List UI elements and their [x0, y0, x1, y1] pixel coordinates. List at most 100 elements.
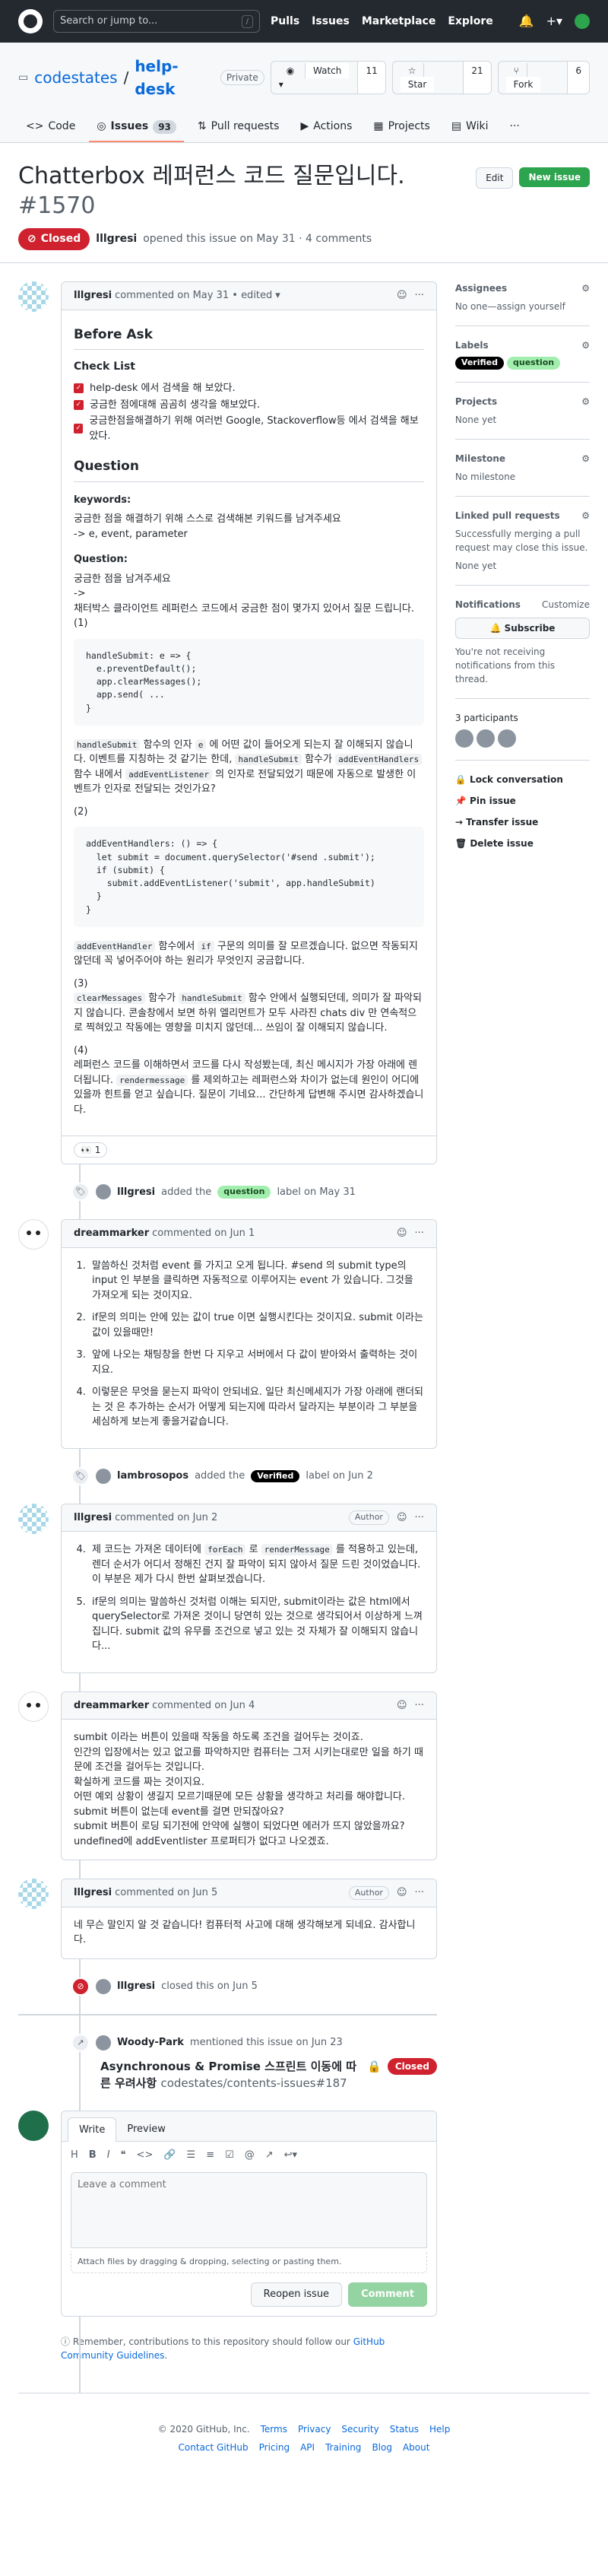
footer-link[interactable]: Help: [429, 2422, 450, 2436]
comment-button[interactable]: Comment: [348, 2282, 427, 2307]
task-list-icon[interactable]: ☑: [225, 2148, 234, 2163]
subscribe-button[interactable]: 🔔 Subscribe: [454, 617, 590, 639]
avatar[interactable]: [18, 2110, 49, 2141]
checkbox-icon[interactable]: ✓: [74, 399, 84, 410]
avatar[interactable]: [454, 729, 473, 748]
star-button[interactable]: ☆ Star 21: [391, 61, 492, 94]
new-issue-button[interactable]: New issue: [519, 167, 590, 187]
attach-files-area[interactable]: Attach files by dragging & dropping, sel…: [71, 2250, 427, 2274]
tab-code[interactable]: <> Code: [18, 113, 83, 142]
smiley-icon[interactable]: ☺: [397, 1510, 407, 1526]
repo-name-link[interactable]: help-desk: [135, 55, 214, 100]
avatar[interactable]: [18, 281, 49, 312]
comment-author[interactable]: dreammarker: [74, 1698, 149, 1714]
footer-link[interactable]: About: [403, 2441, 429, 2454]
tab-pull-requests[interactable]: ⇅ Pull requests: [190, 113, 287, 142]
gear-icon[interactable]: ⚙: [581, 281, 590, 295]
plus-icon[interactable]: +▾: [546, 12, 562, 30]
transfer-issue-button[interactable]: → Transfer issue: [455, 815, 590, 829]
checkbox-icon[interactable]: ✓: [74, 424, 84, 434]
avatar[interactable]: [96, 1184, 111, 1200]
delete-issue-button[interactable]: 🗑 Delete issue: [455, 837, 590, 850]
avatar[interactable]: [96, 1978, 111, 1994]
avatar[interactable]: [18, 1219, 49, 1250]
user-avatar[interactable]: [575, 14, 590, 29]
footer-link[interactable]: Privacy: [298, 2422, 331, 2436]
reaction-eyes[interactable]: 👀 1: [74, 1142, 108, 1158]
github-logo-icon[interactable]: [18, 9, 43, 33]
watch-count[interactable]: 11: [358, 62, 385, 94]
quote-icon[interactable]: ❝: [121, 2148, 126, 2163]
comment-author[interactable]: dreammarker: [74, 1226, 149, 1241]
bold-icon[interactable]: B: [89, 2148, 97, 2163]
kebab-icon[interactable]: ···: [415, 288, 424, 303]
smiley-icon[interactable]: ☺: [397, 1226, 407, 1241]
numbered-list-icon[interactable]: ≡: [206, 2148, 214, 2163]
smiley-icon[interactable]: ☺: [397, 288, 407, 303]
label-verified[interactable]: Verified: [251, 1469, 300, 1482]
tab-issues[interactable]: ◎ Issues 93: [89, 113, 184, 142]
comment-textarea[interactable]: [71, 2171, 427, 2248]
link-icon[interactable]: 🔗: [163, 2148, 176, 2163]
footer-link[interactable]: Training: [325, 2441, 361, 2454]
avatar[interactable]: [18, 1879, 49, 1910]
tab-write[interactable]: Write: [68, 2117, 117, 2142]
reference-icon[interactable]: ↗: [265, 2148, 274, 2163]
bulleted-list-icon[interactable]: ☰: [187, 2148, 196, 2163]
avatar[interactable]: [96, 2034, 111, 2050]
tab-actions[interactable]: ▶ Actions: [293, 113, 359, 142]
tab-projects[interactable]: ▦ Projects: [366, 113, 437, 142]
tab-wiki[interactable]: ▤ Wiki: [444, 113, 496, 142]
code-icon[interactable]: <>: [137, 2148, 154, 2163]
reply-icon[interactable]: ↩▾: [284, 2148, 297, 2163]
smiley-icon[interactable]: ☺: [397, 1885, 407, 1901]
footer-link[interactable]: Pricing: [259, 2441, 290, 2454]
tab-preview[interactable]: Preview: [116, 2117, 176, 2142]
bell-icon[interactable]: 🔔: [519, 12, 534, 30]
gear-icon[interactable]: ⚙: [581, 452, 590, 465]
avatar[interactable]: [96, 1468, 111, 1484]
nav-explore[interactable]: Explore: [448, 14, 492, 30]
kebab-icon[interactable]: ···: [415, 1885, 424, 1901]
footer-link[interactable]: Blog: [372, 2441, 392, 2454]
avatar[interactable]: [18, 1691, 49, 1722]
star-count[interactable]: 21: [464, 62, 491, 94]
comment-author[interactable]: lllgresi: [74, 1510, 112, 1526]
label-verified[interactable]: Verified: [454, 357, 504, 370]
label-question[interactable]: question: [506, 357, 561, 370]
reopen-issue-button[interactable]: Reopen issue: [250, 2282, 343, 2307]
footer-link[interactable]: API: [300, 2441, 315, 2454]
footer-link[interactable]: Contact GitHub: [179, 2441, 249, 2454]
assignees-note[interactable]: No one—assign yourself: [455, 300, 590, 313]
fork-count[interactable]: 6: [568, 62, 590, 94]
kebab-icon[interactable]: ···: [415, 1226, 424, 1241]
footer-link[interactable]: Terms: [261, 2422, 287, 2436]
watch-button[interactable]: ◉ Watch ▾ 11: [270, 61, 386, 94]
avatar[interactable]: [476, 729, 495, 748]
nav-issues[interactable]: Issues: [312, 14, 350, 30]
smiley-icon[interactable]: ☺: [397, 1698, 407, 1714]
mention-icon[interactable]: @: [245, 2148, 255, 2163]
footer-link[interactable]: Security: [341, 2422, 378, 2436]
italic-icon[interactable]: I: [107, 2148, 110, 2163]
issue-author-link[interactable]: lllgresi: [96, 231, 137, 247]
label-question[interactable]: question: [217, 1186, 271, 1199]
gear-icon[interactable]: ⚙: [581, 338, 590, 352]
gear-icon[interactable]: ⚙: [581, 395, 590, 408]
nav-pulls[interactable]: Pulls: [271, 14, 299, 30]
avatar[interactable]: [18, 1503, 49, 1534]
nav-marketplace[interactable]: Marketplace: [362, 14, 435, 30]
lock-conversation-button[interactable]: 🔒 Lock conversation: [455, 773, 590, 786]
mention-ref[interactable]: codestates/contents-issues#187: [160, 2076, 347, 2090]
edit-button[interactable]: Edit: [476, 167, 514, 189]
search-input[interactable]: Search or jump to... /: [53, 10, 260, 33]
footer-link[interactable]: Status: [390, 2422, 419, 2436]
gear-icon[interactable]: ⚙: [581, 509, 590, 523]
comment-author[interactable]: lllgresi: [74, 1885, 112, 1901]
comment-author[interactable]: lllgresi: [74, 288, 112, 303]
kebab-icon[interactable]: ···: [415, 1510, 424, 1526]
kebab-icon[interactable]: ···: [415, 1698, 424, 1714]
avatar[interactable]: [497, 729, 516, 748]
chevron-down-icon[interactable]: ▾: [275, 288, 280, 303]
more-tabs-button[interactable]: ···: [502, 113, 527, 142]
